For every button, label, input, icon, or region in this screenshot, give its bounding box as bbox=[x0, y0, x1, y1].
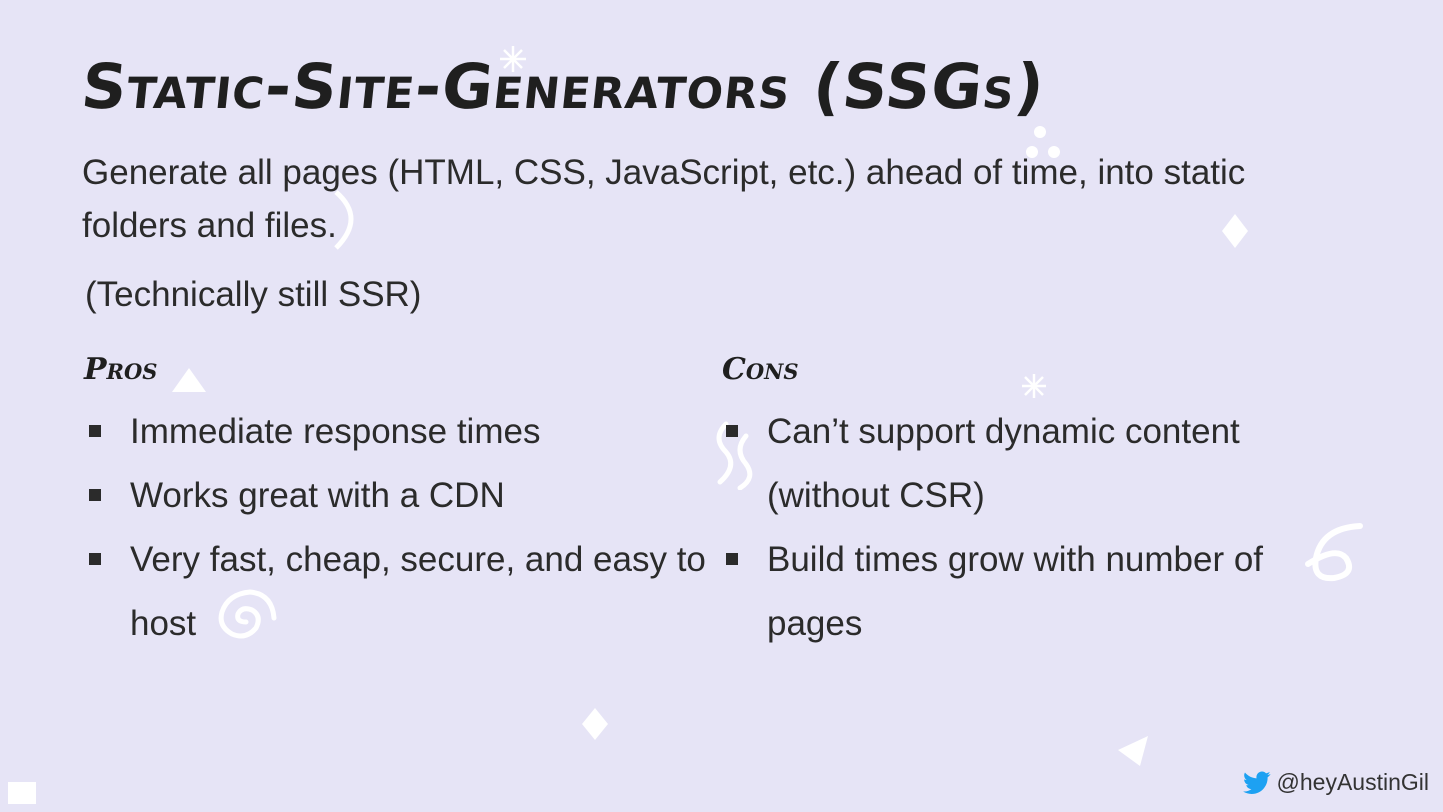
handle-text: @heyAustinGil bbox=[1276, 769, 1429, 795]
pros-item-text: Works great with a CDN bbox=[130, 476, 505, 515]
bullet-icon bbox=[726, 425, 738, 437]
technical-note: (Technically still SSR) bbox=[85, 275, 422, 314]
bullet-icon bbox=[726, 553, 738, 565]
list-item: Very fast, cheap, secure, and easy to ho… bbox=[85, 528, 725, 656]
slide: Static-Site-Generators (SSGs) Generate a… bbox=[0, 0, 1443, 812]
diamond-decoration bbox=[582, 708, 608, 740]
bullet-icon bbox=[89, 553, 101, 565]
twitter-handle[interactable]: @heyAustinGil bbox=[1242, 769, 1429, 796]
bullet-icon bbox=[89, 425, 101, 437]
cons-item-text: Build times grow with number of pages bbox=[767, 540, 1264, 643]
list-item: Immediate response times bbox=[85, 400, 725, 464]
intro-paragraph: Generate all pages (HTML, CSS, JavaScrip… bbox=[82, 153, 1246, 245]
cons-item-text: Can’t support dynamic content (without C… bbox=[767, 412, 1240, 515]
pros-item-text: Very fast, cheap, secure, and easy to ho… bbox=[130, 540, 706, 643]
triangle-decoration bbox=[1118, 736, 1148, 766]
list-item: Can’t support dynamic content (without C… bbox=[722, 400, 1312, 528]
pros-item-text: Immediate response times bbox=[130, 412, 541, 451]
slide-title: Static-Site-Generators (SSGs) bbox=[78, 50, 1049, 123]
pros-heading: Pros bbox=[84, 352, 158, 387]
square-decoration bbox=[8, 782, 36, 804]
sparkle-decoration bbox=[1022, 374, 1046, 398]
twitter-bird-icon bbox=[1242, 770, 1271, 794]
triangle-decoration bbox=[172, 368, 206, 392]
pros-list: Immediate response times Works great wit… bbox=[85, 400, 725, 656]
cons-heading: Cons bbox=[722, 352, 799, 387]
list-item: Build times grow with number of pages bbox=[722, 528, 1312, 656]
bullet-icon bbox=[89, 489, 101, 501]
cons-list: Can’t support dynamic content (without C… bbox=[722, 400, 1312, 656]
list-item: Works great with a CDN bbox=[85, 464, 725, 528]
